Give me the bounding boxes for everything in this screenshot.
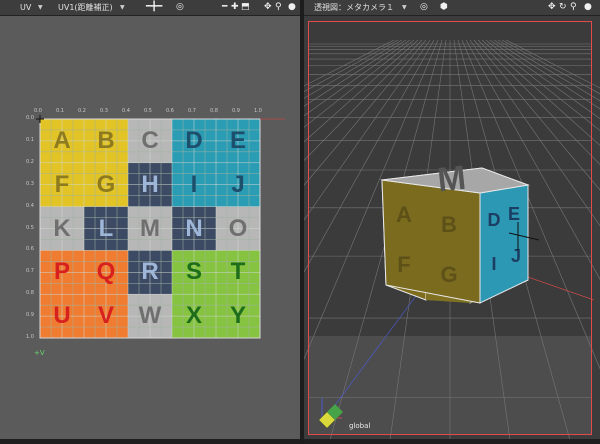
v-axis-label: +V — [34, 349, 45, 357]
uv-letter: B — [97, 127, 115, 154]
uv-letter: T — [230, 258, 246, 286]
uv-y-tick: 0.5 — [26, 224, 34, 231]
uv-letter: U — [53, 302, 71, 330]
uv-letter: O — [228, 214, 248, 242]
uv-letter: D — [185, 127, 203, 154]
uv-x-tick: 0.7 — [188, 108, 196, 114]
uv-x-tick: 0.3 — [100, 108, 108, 114]
uv-letter: E — [229, 127, 246, 154]
cube-front-letter: A — [396, 202, 412, 227]
uv-letter: H — [141, 170, 159, 198]
uv-x-tick: 0.9 — [232, 108, 240, 114]
uv-x-tick: 0.1 — [56, 108, 64, 114]
uv-letter: M — [140, 214, 160, 242]
cube-side-letter: D — [488, 210, 501, 230]
uv-letter: L — [98, 214, 114, 242]
viewport-canvas[interactable]: M A B F G D E I J — [304, 0, 600, 444]
uv-y-tick: 0.7 — [26, 268, 34, 275]
uv-letter: C — [141, 127, 159, 154]
uv-y-tick: 1.0 — [26, 334, 34, 340]
uv-editor-view[interactable]: UV ▼ UV1(距離補正) ▼ ━╋━ ◎ ━ ✚ ⬒ ✥ ⚲ ● ABCDE… — [0, 0, 300, 444]
cube-front-letter: G — [440, 262, 457, 287]
right-status-bar — [304, 439, 600, 444]
cube-front-letter: B — [441, 212, 457, 237]
uv-x-tick: 0.0 — [34, 108, 42, 114]
uv-y-tick: 0.1 — [26, 136, 34, 143]
uv-x-tick: 0.6 — [166, 108, 174, 114]
uv-x-tick: 1.0 — [254, 108, 262, 114]
uv-y-tick: 0.6 — [26, 246, 34, 253]
uv-letter: I — [190, 170, 198, 198]
cube-side-letter: I — [491, 254, 496, 274]
cube-side-letter: E — [508, 204, 520, 224]
uv-letter: G — [96, 170, 116, 198]
uv-letter: W — [138, 302, 162, 330]
uv-y-tick: 0.8 — [26, 290, 34, 297]
uv-letter: N — [185, 214, 203, 242]
uv-letter: R — [141, 258, 159, 286]
coordinate-system-label[interactable]: global — [349, 422, 370, 430]
uv-letter: K — [53, 214, 71, 242]
uv-letter: S — [185, 258, 202, 286]
uv-letter: V — [97, 302, 114, 330]
uv-x-tick: 0.4 — [122, 108, 130, 114]
perspective-view[interactable]: 透視図：メタカメラ１ ▼ ◎ ⬢ ✥ ↻ ⚲ ● M ABFG DEIJ glo… — [304, 0, 600, 444]
uv-x-tick: 0.5 — [144, 108, 152, 114]
cube-front-face-main — [381, 179, 481, 304]
textured-cube[interactable]: M A B F G D E I J — [380, 159, 540, 304]
uv-y-tick: 0.3 — [26, 180, 34, 187]
left-status-bar — [0, 439, 300, 444]
uv-letter: A — [53, 127, 71, 154]
uv-letter: Q — [96, 258, 116, 286]
uv-letter: X — [185, 302, 202, 330]
uv-x-tick: 0.2 — [78, 108, 86, 114]
uv-letter: F — [54, 170, 70, 198]
uv-letter: P — [53, 258, 70, 286]
uv-y-tick: 0.2 — [26, 158, 34, 165]
cube-front-letter: F — [397, 252, 410, 277]
uv-y-tick: 0.4 — [26, 202, 34, 209]
uv-y-tick: 0.0 — [26, 115, 34, 121]
uv-y-tick: 0.9 — [26, 312, 34, 319]
uv-x-tick: 0.8 — [210, 108, 218, 114]
cube-top-letter: M — [436, 159, 468, 200]
uv-letter: Y — [229, 302, 246, 330]
uv-letter: J — [231, 170, 245, 198]
cube-side-letter: J — [511, 246, 521, 266]
